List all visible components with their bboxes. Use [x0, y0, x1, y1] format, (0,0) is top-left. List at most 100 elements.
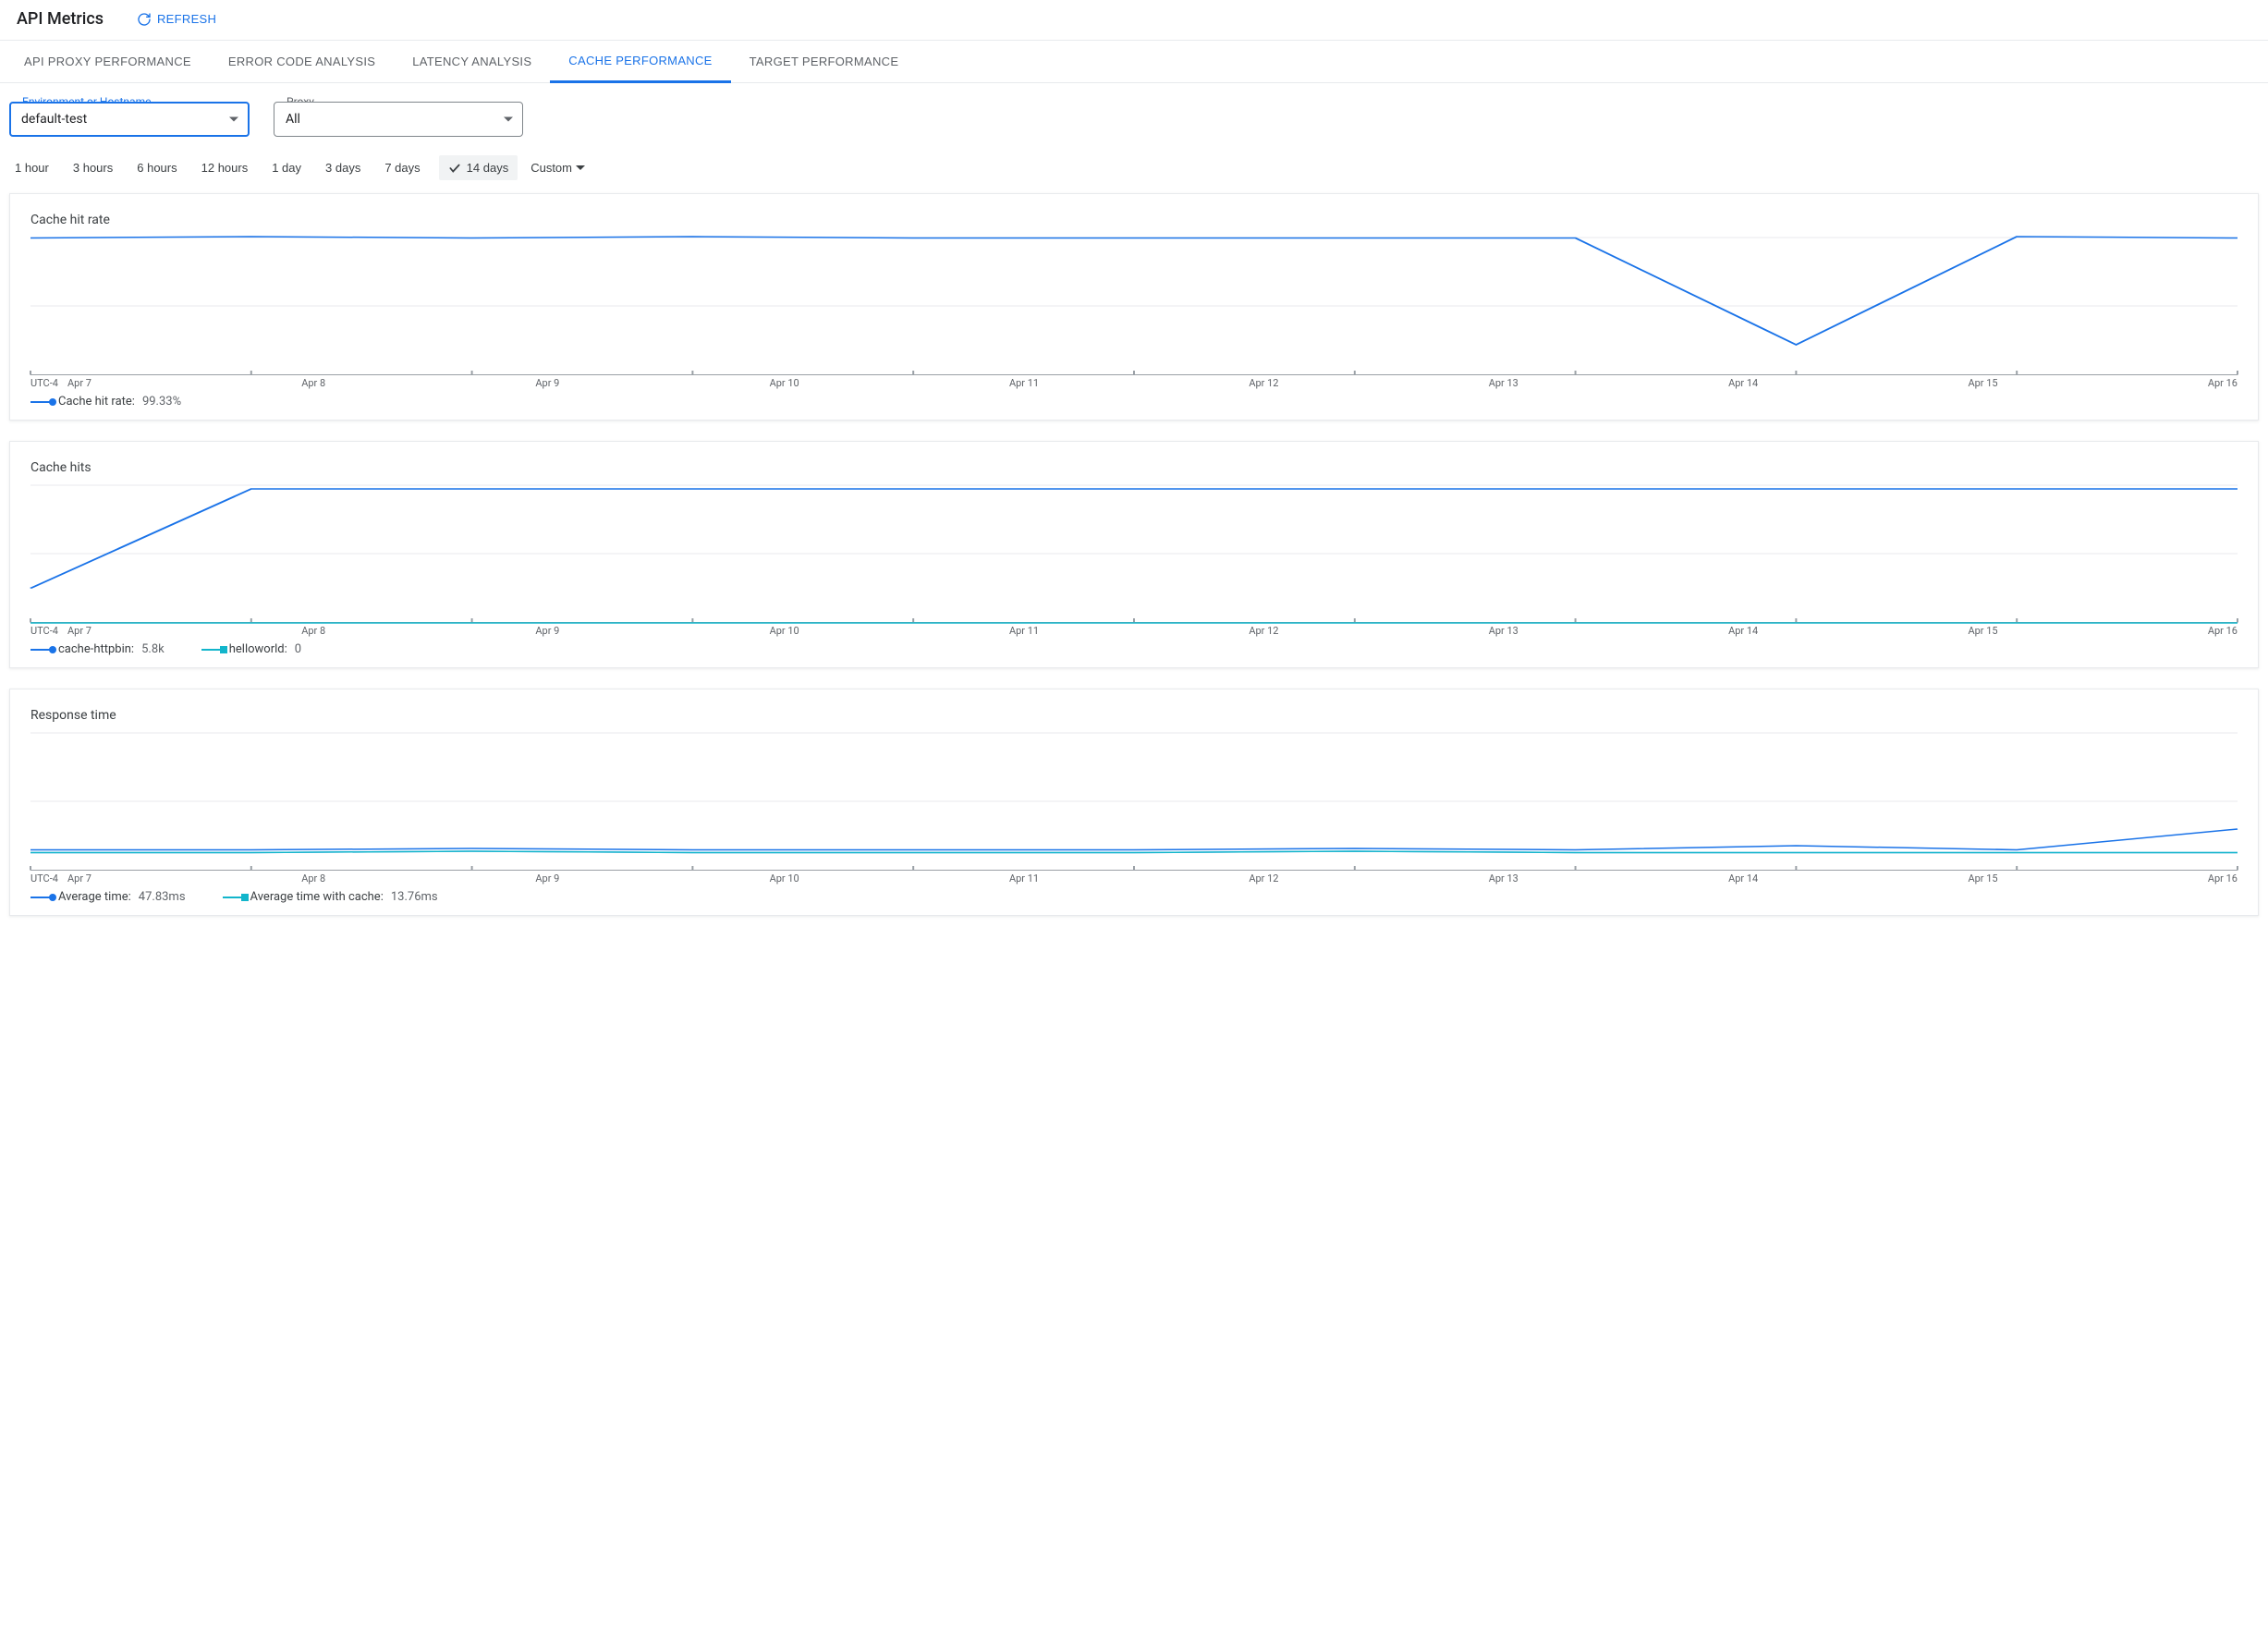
x-tick: Apr 14 [1728, 872, 1758, 884]
env-select-wrap: Environment or Hostname default-test [9, 102, 250, 137]
filters-row: Environment or Hostname default-test Pro… [0, 83, 2268, 142]
time-range-12-hours[interactable]: 12 hours [196, 155, 254, 180]
x-axis-ticks: UTC-4Apr 7 Apr 8 Apr 9 Apr 10 Apr 11 Apr 12 Ap… [30, 872, 2238, 884]
x-tick: Apr 13 [1489, 625, 1518, 637]
time-range-custom[interactable]: Custom [530, 161, 585, 175]
check-icon [448, 162, 461, 175]
legend-value: 0 [295, 642, 301, 656]
time-range-3-hours[interactable]: 3 hours [67, 155, 118, 180]
time-range-7-days[interactable]: 7 days [379, 155, 425, 180]
legend-value: 13.76ms [391, 890, 438, 904]
time-range-3-days[interactable]: 3 days [320, 155, 366, 180]
tab-error-code-analysis[interactable]: ERROR CODE ANALYSIS [210, 41, 394, 82]
refresh-button[interactable]: REFRESH [137, 12, 216, 27]
x-tick: Apr 13 [1489, 377, 1518, 389]
tab-target-performance[interactable]: TARGET PERFORMANCE [731, 41, 918, 82]
chevron-down-icon [504, 117, 513, 122]
legend-value: 47.83ms [139, 890, 186, 904]
legend-name: Average time with cache: [250, 890, 384, 904]
tab-bar: API PROXY PERFORMANCEERROR CODE ANALYSIS… [0, 40, 2268, 83]
x-tick: Apr 9 [535, 872, 559, 884]
tab-cache-performance[interactable]: CACHE PERFORMANCE [550, 41, 730, 83]
legend-marker [223, 897, 245, 898]
legend-item: Cache hit rate: 99.33% [30, 395, 181, 409]
x-axis-ticks: UTC-4Apr 7Apr 8Apr 9Apr 10Apr 11Apr 12Ap… [30, 377, 2238, 389]
legend-item: Average time: 47.83ms [30, 890, 186, 904]
legend-item: helloworld: 0 [201, 642, 301, 656]
x-axis-ticks: UTC-4Apr 7 Apr 8 Apr 9 Apr 10 Apr 11 Apr 12 Ap… [30, 625, 2238, 637]
refresh-label: REFRESH [157, 12, 216, 26]
chart-plot [30, 484, 2238, 623]
tz-label: UTC-4 [30, 625, 67, 637]
tab-api-proxy-performance[interactable]: API PROXY PERFORMANCE [6, 41, 210, 82]
refresh-icon [137, 12, 152, 27]
x-tick: Apr 10 [770, 872, 799, 884]
time-range-row: 1 hour 3 hours 6 hours 12 hours 1 day 3 days 7… [0, 142, 2268, 193]
x-tick: Apr 7 [67, 377, 91, 389]
chevron-down-icon [229, 117, 238, 122]
charts-container: Cache hit rateUTC-4Apr 7Apr 8Apr 9Apr 10… [0, 193, 2268, 916]
x-tick: Apr 15 [1968, 872, 1997, 884]
x-tick: Apr 7 [67, 625, 91, 637]
legend-name: cache-httpbin: [58, 642, 134, 656]
x-tick: Apr 9 [535, 625, 559, 637]
x-tick: Apr 11 [1009, 872, 1039, 884]
chart-plot [30, 237, 2238, 375]
x-tick: Apr 11 [1009, 625, 1039, 637]
x-tick: Apr 11 [1009, 377, 1039, 389]
legend-name: Cache hit rate: [58, 395, 135, 409]
x-tick: Apr 16 [2208, 872, 2238, 884]
page-title: API Metrics [17, 9, 104, 29]
x-tick: Apr 14 [1728, 625, 1758, 637]
x-tick: Apr 8 [301, 377, 325, 389]
legend-marker [201, 649, 224, 651]
x-tick: Apr 16 [2208, 625, 2238, 637]
time-range-14-days[interactable]: 14 days [439, 155, 518, 180]
x-tick: Apr 12 [1249, 377, 1278, 389]
x-tick: Apr 12 [1249, 872, 1278, 884]
chart-card-cache-hit-rate: Cache hit rateUTC-4Apr 7Apr 8Apr 9Apr 10… [9, 193, 2259, 421]
proxy-select-value: All [286, 112, 300, 127]
chart-legend: Cache hit rate: 99.33% [30, 395, 2238, 409]
chart-card-response-time: Response time UTC-4Apr 7 Apr 8 Apr 9 Apr 10 A… [9, 689, 2259, 916]
chart-title: Cache hits [10, 442, 2258, 484]
legend-name: helloworld: [229, 642, 287, 656]
x-tick: Apr 10 [770, 377, 799, 389]
x-tick: Apr 13 [1489, 872, 1518, 884]
page-header: API Metrics REFRESH [0, 0, 2268, 40]
x-tick: Apr 12 [1249, 625, 1278, 637]
time-range-6-hours[interactable]: 6 hours [131, 155, 182, 180]
proxy-select-wrap: Proxy All [274, 102, 523, 137]
legend-item: cache-httpbin: 5.8k [30, 642, 165, 656]
chart-legend: Average time: 47.83ms Average time with ca… [30, 890, 2238, 904]
time-range-1-hour[interactable]: 1 hour [9, 155, 55, 180]
tz-label: UTC-4 [30, 377, 67, 389]
x-tick: Apr 7 [67, 872, 91, 884]
chart-title: Response time [10, 689, 2258, 732]
x-tick: Apr 15 [1968, 377, 1997, 389]
time-range-1-day[interactable]: 1 day [266, 155, 307, 180]
x-tick: Apr 8 [301, 872, 325, 884]
x-tick: Apr 15 [1968, 625, 1997, 637]
x-tick: Apr 16 [2208, 377, 2238, 389]
proxy-select[interactable]: All [274, 102, 523, 137]
env-select[interactable]: default-test [9, 102, 250, 137]
legend-marker [30, 649, 53, 651]
legend-value: 99.33% [142, 395, 181, 409]
x-tick: Apr 10 [770, 625, 799, 637]
chart-legend: cache-httpbin: 5.8k helloworld: 0 [30, 642, 2238, 656]
legend-marker [30, 401, 53, 403]
chevron-down-icon [576, 165, 585, 170]
chart-title: Cache hit rate [10, 194, 2258, 237]
tz-label: UTC-4 [30, 872, 67, 884]
x-tick: Apr 8 [301, 625, 325, 637]
legend-marker [30, 897, 53, 898]
tab-latency-analysis[interactable]: LATENCY ANALYSIS [394, 41, 550, 82]
chart-plot [30, 732, 2238, 871]
env-select-value: default-test [21, 112, 87, 127]
x-tick: Apr 14 [1728, 377, 1758, 389]
legend-name: Average time: [58, 890, 131, 904]
legend-item: Average time with cache: 13.76ms [223, 890, 438, 904]
chart-card-cache-hits: Cache hits UTC-4Apr 7 Apr 8 Apr 9 Apr 10 Apr … [9, 441, 2259, 668]
legend-value: 5.8k [141, 642, 165, 656]
